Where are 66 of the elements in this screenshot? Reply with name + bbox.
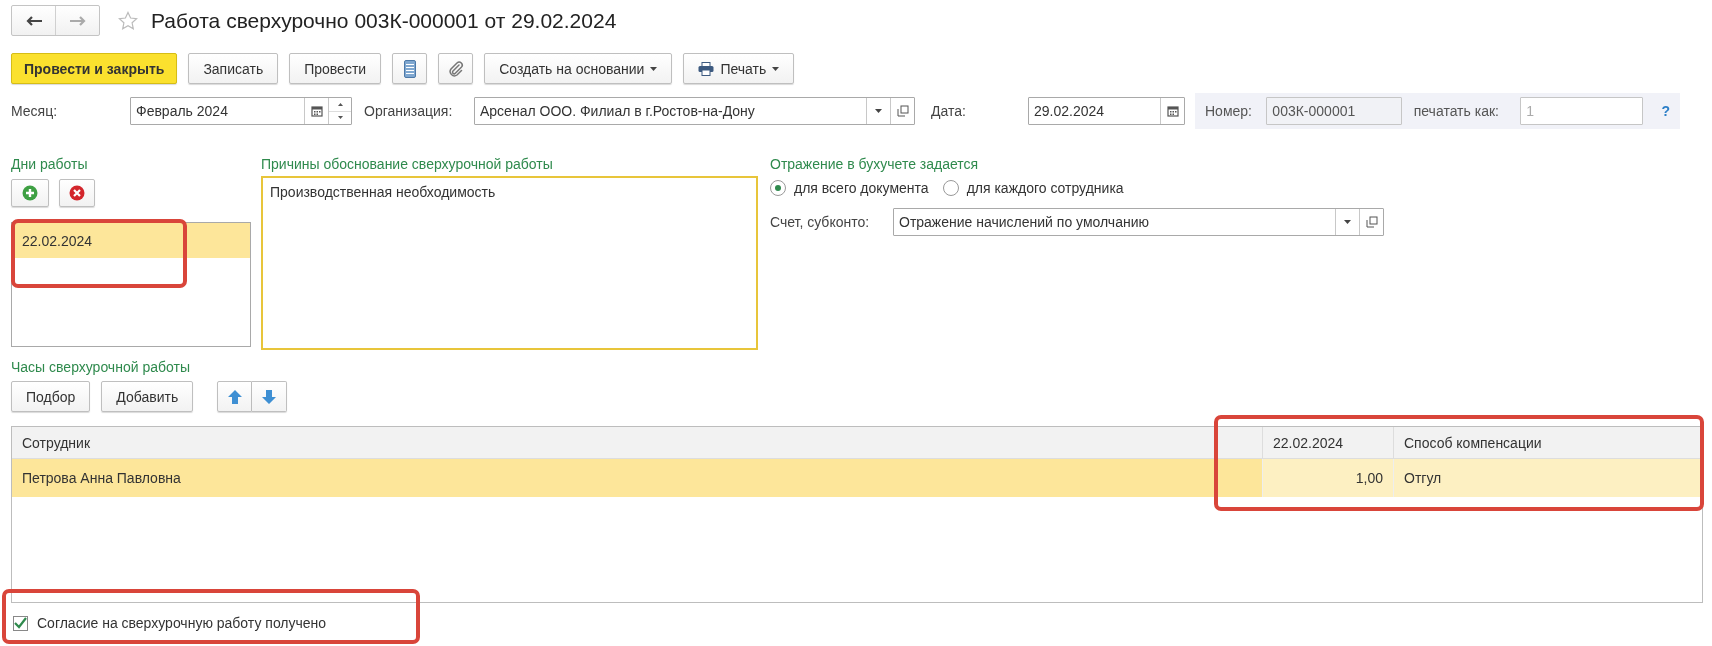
field-label: Месяц: [11,103,59,119]
section-label: Отражение в бухучете задается [770,156,980,172]
organization-field[interactable]: Арсенал ООО. Филиал в г.Ростов-на-Дону [474,97,915,125]
journal-button[interactable] [392,53,428,84]
caret-icon [1344,220,1351,224]
table-button[interactable]: Добавить [101,381,194,412]
field-label: Номер: [1205,103,1253,119]
plus-circle-icon [22,185,38,201]
open-window-icon [1365,216,1378,228]
table-cell: Петрова Анна Павловна [12,458,1263,497]
table-cell: Отгул [1393,458,1702,497]
radio-button[interactable] [942,180,959,196]
delete-button[interactable] [59,179,95,207]
table-row[interactable]: Петрова Анна Павловна 1,00 Отгул [12,458,1702,497]
stacked-list-icon [403,59,416,78]
calendar-icon [1166,105,1179,117]
add-button[interactable] [11,179,49,207]
down-caret-icon [337,116,343,120]
date-field[interactable]: 29.02.2024 [1028,97,1185,125]
help-link[interactable]: ? [1661,103,1670,119]
toolbar-button[interactable]: Записать [188,53,279,84]
print-button[interactable]: Печать [683,53,795,84]
attach-button[interactable] [438,53,474,84]
radio-label: для каждого сотрудника [966,180,1124,196]
caret-icon [875,109,882,113]
printer-icon [698,61,715,76]
month-field[interactable]: Февраль 2024 [130,97,352,125]
document-title: Работа сверхурочно 003К-000001 от 29.02.2024 [151,8,617,33]
list-row[interactable]: 22.02.2024 [12,223,250,258]
move-up-button[interactable] [217,381,253,412]
section-label: Часы сверхурочной работы [11,359,191,375]
create-based-on-button[interactable]: Создать на основании [484,53,673,84]
field-label: Дата: [931,103,967,119]
radio-button[interactable] [770,180,786,196]
column-header[interactable]: 22.02.2024 [1262,427,1394,459]
field-label: Организация: [364,103,454,119]
checkbox[interactable] [13,615,28,631]
column-header[interactable]: Сотрудник [12,427,1263,459]
reasons-text-area[interactable]: Производственная необходимость [261,176,758,350]
section-label: Дни работы [11,156,89,172]
up-arrow-icon [227,389,242,404]
field-label: печатать как: [1413,103,1500,119]
table-cell: 1,00 [1262,458,1394,497]
post-and-close-button[interactable]: Провести и закрыть [11,53,178,84]
caret-icon [650,66,658,71]
checkbox-label: Согласие на сверхурочную работу получено [37,615,327,631]
number-field[interactable]: 003К-000001 [1266,97,1402,125]
paperclip-icon [447,60,464,77]
checkmark-icon [14,617,27,629]
up-caret-icon [337,102,343,106]
section-label: Причины обоснование сверхурочной работы [261,156,554,172]
move-down-button[interactable] [252,381,288,412]
caret-icon [772,66,780,71]
left-arrow-icon [25,15,42,26]
account-field[interactable]: Отражение начислений по умолчанию [893,208,1384,236]
star-icon[interactable] [118,10,138,31]
table-button[interactable]: Подбор [11,381,91,412]
column-header[interactable]: Способ компенсации [1393,427,1702,459]
cross-circle-icon [69,185,85,201]
field-label: Счет, субконто: [770,214,871,230]
down-arrow-icon [262,389,277,404]
radio-label: для всего документа [794,180,929,196]
calendar-icon [310,105,323,117]
right-arrow-icon [69,15,86,26]
open-window-icon [896,105,909,117]
toolbar-button[interactable]: Провести [289,53,382,84]
